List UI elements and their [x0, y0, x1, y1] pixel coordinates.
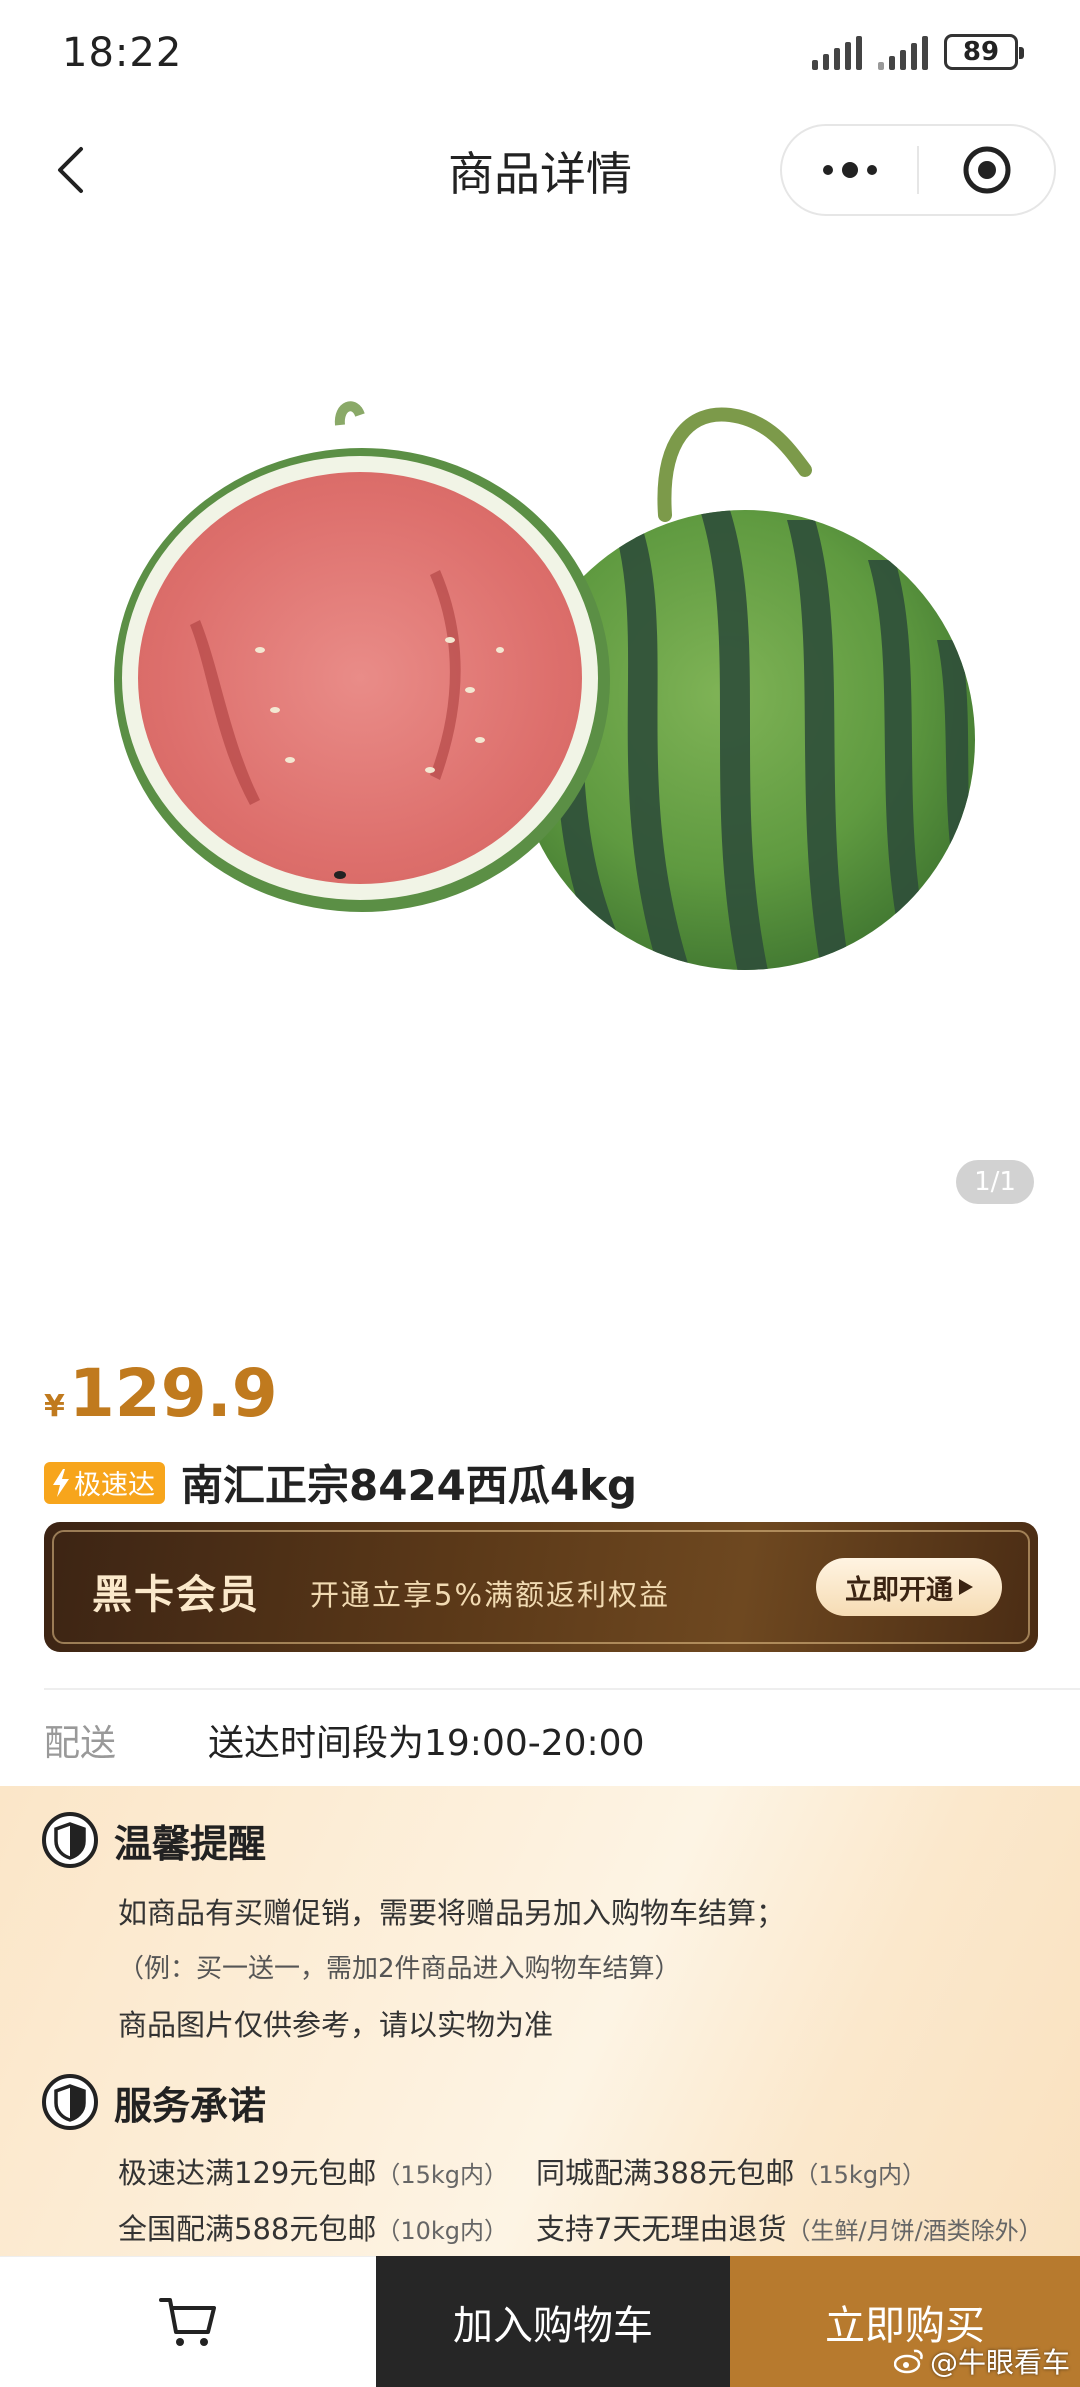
black-card-description: 开通立享5%满额返利权益	[310, 1578, 671, 1612]
activate-membership-button[interactable]: 立即开通	[816, 1558, 1002, 1616]
battery-level: 89	[962, 37, 1000, 67]
nav-bar: 商品详情	[0, 110, 1080, 230]
target-close-icon	[963, 146, 1010, 194]
status-bar: 18:22 89	[0, 0, 1080, 110]
image-page-indicator: 1/1	[956, 1160, 1034, 1204]
lightning-icon	[53, 1468, 69, 1497]
watermark: @牛眼看车	[893, 2341, 1070, 2381]
activate-membership-label: 立即开通	[845, 1574, 953, 1606]
black-card-title: 黑卡会员	[92, 1572, 260, 1618]
close-miniprogram-button[interactable]	[919, 126, 1054, 214]
weibo-icon	[893, 2349, 923, 2374]
add-to-cart-button[interactable]: 加入购物车	[376, 2256, 730, 2387]
service-item: 全国配满588元包邮（10kg内）	[118, 2212, 509, 2246]
shopping-cart-icon	[159, 2298, 216, 2346]
play-arrow-icon	[959, 1579, 973, 1595]
service-item: 支持7天无理由退货（生鲜/月饼/酒类除外）	[536, 2212, 1043, 2246]
service-row-2: 全国配满588元包邮（10kg内） 支持7天无理由退货（生鲜/月饼/酒类除外）	[118, 2206, 1043, 2248]
more-dots-icon	[822, 162, 877, 178]
express-badge-label: 极速达	[74, 1470, 155, 1501]
black-card-banner-inner: 黑卡会员 开通立享5%满额返利权益 立即开通	[52, 1530, 1030, 1644]
service-item: 极速达满129元包邮（15kg内）	[118, 2156, 509, 2190]
mini-program-capsule	[780, 124, 1056, 216]
notice-panel: 温馨提醒 如商品有买赠促销，需要将赠品另加入购物车结算； （例：买一送一，需加2…	[0, 1786, 1080, 2256]
watermelon-image	[114, 401, 975, 970]
watermark-text: @牛眼看车	[929, 2346, 1070, 2379]
section-divider	[44, 1688, 1080, 1690]
battery-icon: 89	[944, 34, 1024, 70]
express-badge: 极速达	[44, 1461, 165, 1504]
reminder-title: 温馨提醒	[114, 1821, 267, 1866]
delivery-row: 配送 送达时间段为19:00-20:00	[44, 1714, 644, 1766]
currency-symbol: ¥	[44, 1389, 65, 1424]
cart-button[interactable]	[0, 2256, 376, 2387]
shield-icon	[42, 2074, 98, 2130]
service-heading: 服务承诺	[40, 2072, 266, 2132]
status-time: 18:22	[62, 30, 183, 76]
delivery-time-text: 送达时间段为19:00-20:00	[208, 1723, 645, 1764]
product-title-row: 极速达 南汇正宗8424西瓜4kg	[44, 1452, 637, 1513]
product-image-gallery[interactable]: 1/1	[0, 240, 1080, 1290]
black-card-banner[interactable]: 黑卡会员 开通立享5%满额返利权益 立即开通	[44, 1522, 1038, 1652]
status-icons: 89	[812, 34, 1024, 70]
reminder-heading: 温馨提醒	[40, 1810, 266, 1870]
signal-icon	[812, 34, 862, 70]
service-item: 同城配满388元包邮（15kg内）	[536, 2156, 927, 2190]
service-title: 服务承诺	[114, 2083, 267, 2128]
product-price: ¥ 129.9	[44, 1355, 278, 1432]
product-title: 南汇正宗8424西瓜4kg	[181, 1461, 638, 1510]
reminder-line-3: 商品图片仅供参考，请以实物为准	[118, 2008, 554, 2042]
reminder-line-2: （例：买一送一，需加2件商品进入购物车结算）	[118, 1954, 681, 1984]
price-value: 129.9	[68, 1355, 278, 1432]
shield-icon	[42, 1812, 98, 1868]
signal-icon-2	[878, 34, 928, 70]
more-button[interactable]	[782, 126, 917, 214]
delivery-label: 配送	[44, 1723, 117, 1764]
reminder-line-1: 如商品有买赠促销，需要将赠品另加入购物车结算；	[118, 1896, 786, 1930]
service-row-1: 极速达满129元包邮（15kg内） 同城配满388元包邮（15kg内）	[118, 2150, 926, 2192]
